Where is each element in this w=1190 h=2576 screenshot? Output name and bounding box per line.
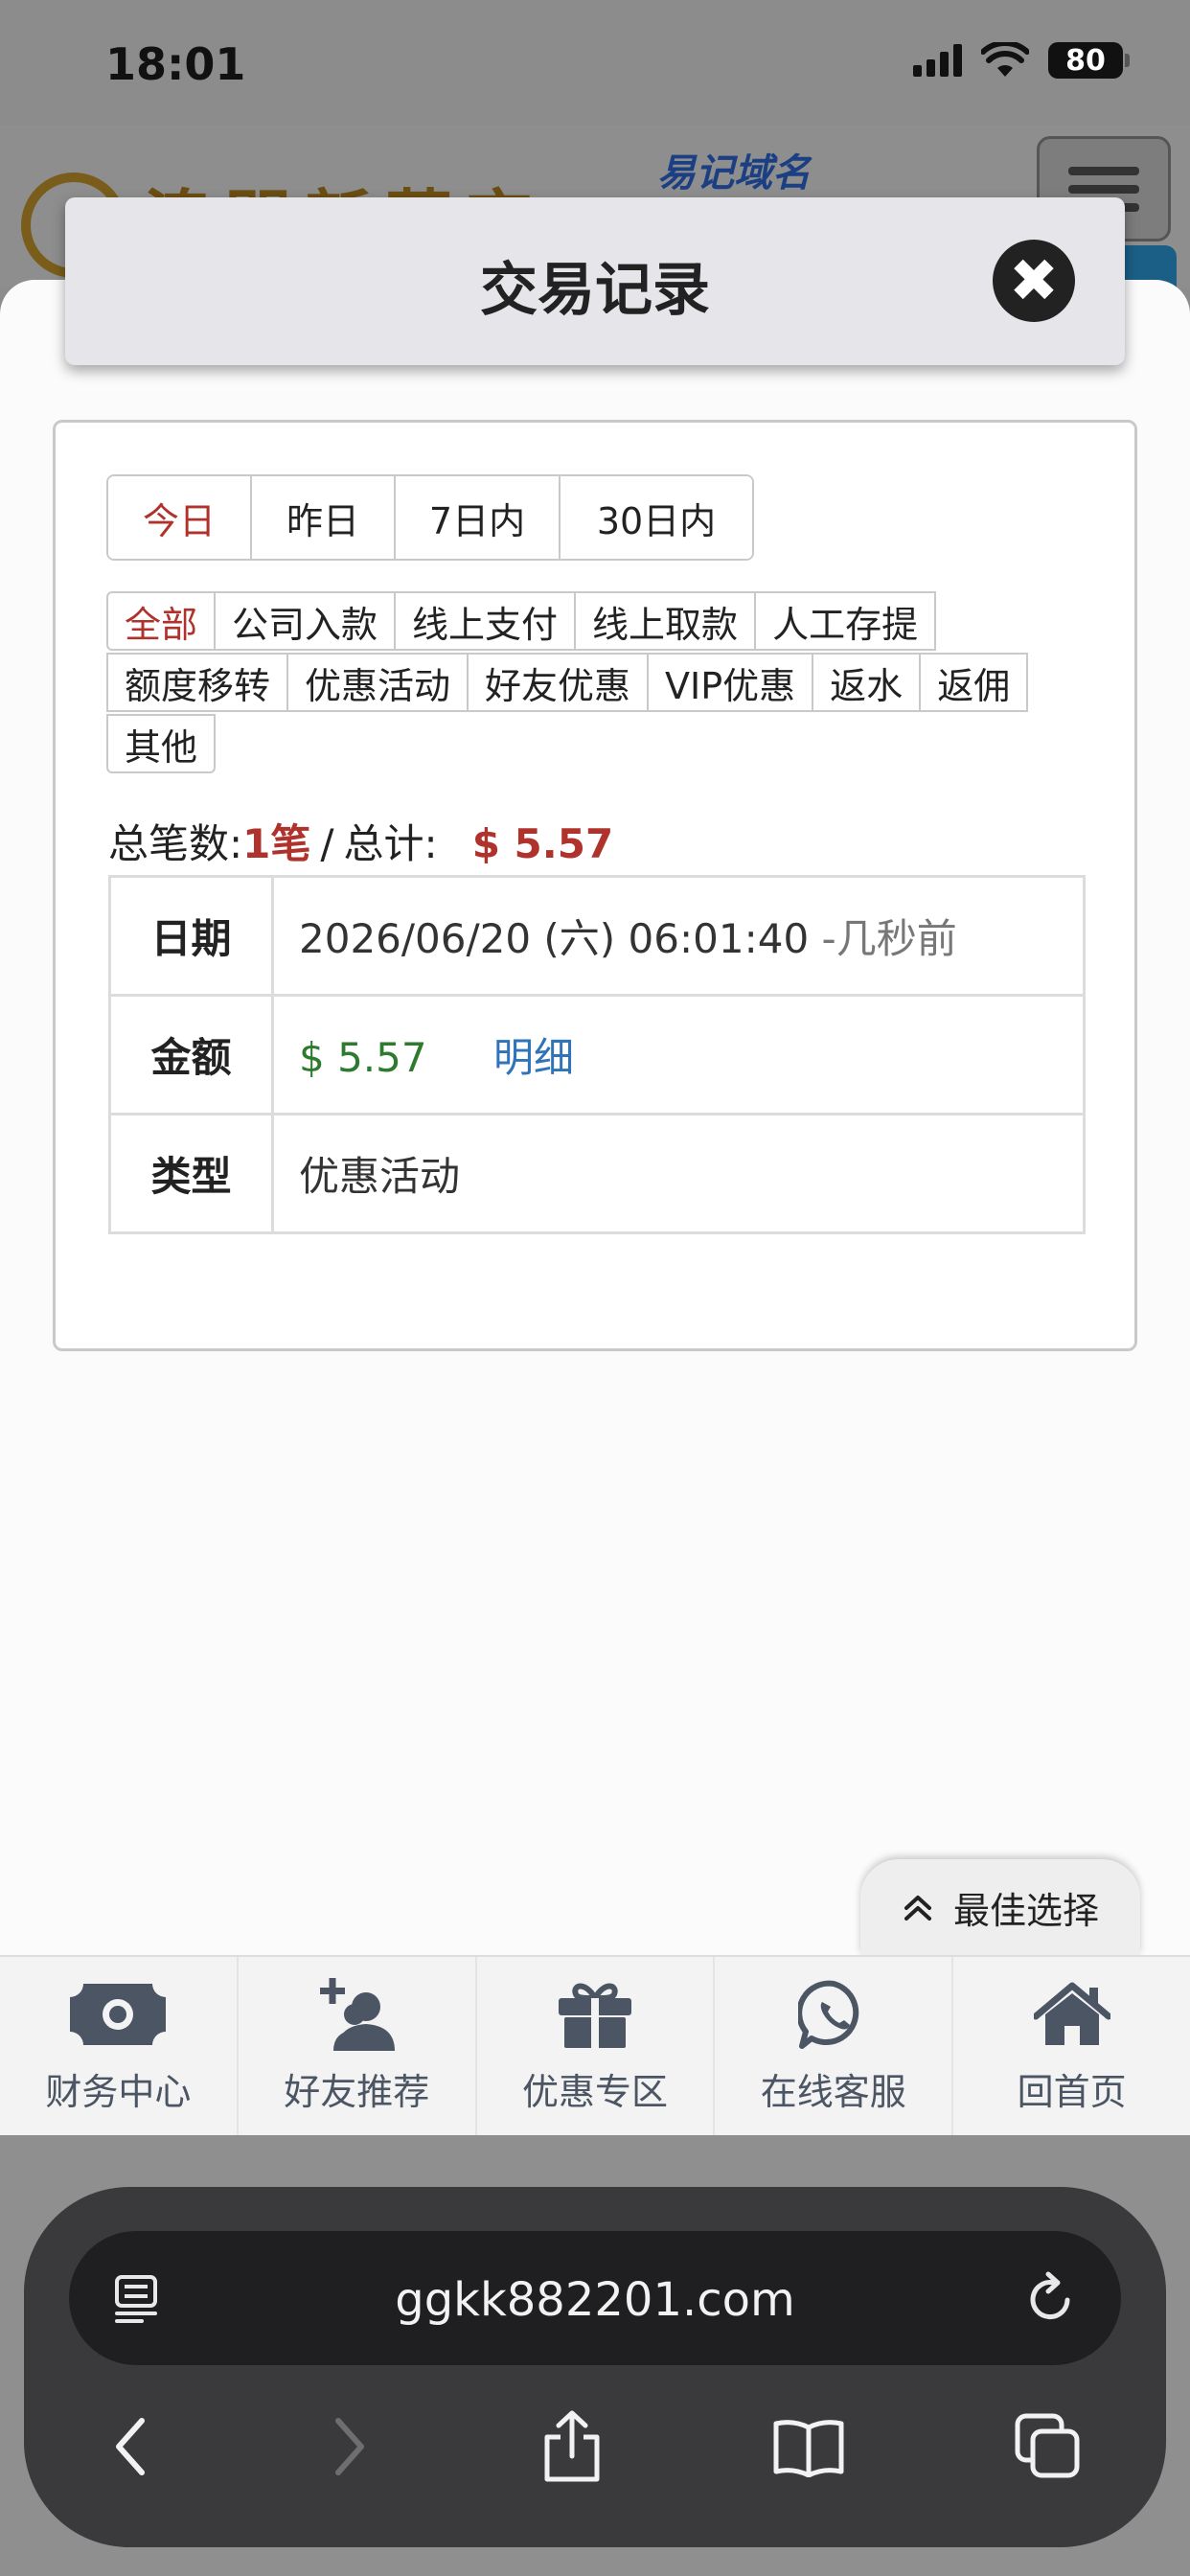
browser-controls [69, 2401, 1121, 2496]
count-label: 总笔数: [108, 820, 243, 867]
type-value: 优惠活动 [271, 1113, 1086, 1234]
battery-icon: 80 [1048, 42, 1130, 79]
date-range-tabs: 今日 昨日 7日内 30日内 [106, 474, 754, 561]
filter-promotions[interactable]: 优惠活动 [286, 653, 469, 712]
nav-online-support[interactable]: 在线客服 [715, 1957, 954, 2135]
filter-manual-deposit-withdraw[interactable]: 人工存提 [754, 591, 937, 651]
status-bar: 18:01 80 [0, 0, 1190, 125]
money-icon [68, 1978, 168, 2051]
user-plus-icon [316, 1977, 397, 2051]
count-value: 1笔 [242, 820, 311, 867]
table-row: 日期 2026/06/20 (六) 06:01:40 -几秒前 [108, 875, 1086, 997]
table-row: 金额 $ 5.57 明细 [108, 994, 1086, 1116]
forward-icon[interactable] [325, 2413, 373, 2484]
chevron-double-up-icon [904, 1896, 931, 1920]
gift-icon [557, 1978, 633, 2051]
status-icons: 80 [913, 42, 1130, 79]
url-text: ggkk882201.com [395, 2273, 795, 2327]
amount-label: 金额 [108, 994, 274, 1116]
filter-other[interactable]: 其他 [106, 714, 217, 773]
status-time: 18:01 [105, 38, 246, 90]
whatsapp-icon [797, 1978, 869, 2051]
nav-promotions[interactable]: 优惠专区 [477, 1957, 716, 2135]
filter-credit-transfer[interactable]: 额度移转 [106, 653, 289, 712]
tab-30-days[interactable]: 30日内 [561, 476, 752, 559]
date-relative: -几秒前 [821, 915, 957, 962]
type-filters: 全部 公司入款 线上支付 线上取款 人工存提 额度移转 优惠活动 好友优惠 VI… [106, 591, 1112, 775]
table-row: 类型 优惠活动 [108, 1113, 1086, 1234]
wifi-icon [981, 42, 1029, 77]
tab-7-days[interactable]: 7日内 [396, 476, 561, 559]
filter-all[interactable]: 全部 [106, 591, 217, 651]
summary: 总笔数: 1笔 / 总计: $ 5.57 [108, 812, 613, 870]
address-bar[interactable]: ggkk882201.com [69, 2231, 1121, 2365]
filter-friend-bonus[interactable]: 好友优惠 [467, 653, 650, 712]
filter-rebate[interactable]: 返水 [812, 653, 922, 712]
filter-commission[interactable]: 返佣 [919, 653, 1029, 712]
best-choice-button[interactable]: 最佳选择 [860, 1859, 1140, 1955]
date-cell: 2026/06/20 (六) 06:01:40 -几秒前 [271, 875, 1086, 997]
tabs-icon[interactable] [1014, 2412, 1083, 2485]
nav-label: 财务中心 [45, 2070, 192, 2113]
site-domain-tag: 易记域名 [657, 151, 811, 196]
nav-label: 回首页 [1017, 2070, 1127, 2113]
date-label: 日期 [108, 875, 274, 997]
bookmarks-icon[interactable] [772, 2416, 845, 2481]
best-choice-label: 最佳选择 [952, 1889, 1099, 1932]
nav-label: 好友推荐 [284, 2070, 430, 2113]
nav-label: 在线客服 [760, 2070, 906, 2113]
tab-yesterday[interactable]: 昨日 [252, 476, 396, 559]
signal-icon [913, 44, 962, 77]
back-icon[interactable] [107, 2413, 155, 2484]
filter-online-withdrawal[interactable]: 线上取款 [574, 591, 757, 651]
record-table: 日期 2026/06/20 (六) 06:01:40 -几秒前 金额 $ 5.5… [108, 875, 1086, 1234]
filter-online-payment[interactable]: 线上支付 [394, 591, 577, 651]
reload-icon[interactable] [1025, 2271, 1077, 2329]
filter-company-deposit[interactable]: 公司入款 [214, 591, 397, 651]
nav-friend-referral[interactable]: 好友推荐 [239, 1957, 477, 2135]
total-label: 总计: [343, 820, 438, 867]
nav-home[interactable]: 回首页 [953, 1957, 1190, 2135]
amount-cell: $ 5.57 明细 [271, 994, 1086, 1116]
date-value: 2026/06/20 (六) 06:01:40 [299, 915, 810, 962]
nav-label: 优惠专区 [521, 2070, 668, 2113]
tab-today[interactable]: 今日 [108, 476, 252, 559]
modal-title: 交易记录 [480, 257, 710, 324]
share-icon[interactable] [541, 2410, 603, 2487]
total-value: $ 5.57 [471, 820, 614, 867]
summary-separator: / [320, 820, 334, 867]
home-icon [1033, 1978, 1110, 2051]
detail-link[interactable]: 明细 [493, 1034, 574, 1081]
bottom-nav: 财务中心 好友推荐 优惠专区 在线客服 回首页 [0, 1955, 1190, 2135]
modal-header: 交易记录 ✖ [65, 197, 1125, 365]
nav-finance-center[interactable]: 财务中心 [0, 1957, 239, 2135]
transaction-panel: 今日 昨日 7日内 30日内 全部 公司入款 线上支付 线上取款 人工存提 额度… [53, 420, 1137, 1351]
close-icon[interactable]: ✖ [993, 240, 1075, 322]
amount-value: $ 5.57 [299, 1034, 427, 1081]
filter-vip-bonus[interactable]: VIP优惠 [647, 653, 814, 712]
type-label: 类型 [108, 1113, 274, 1234]
